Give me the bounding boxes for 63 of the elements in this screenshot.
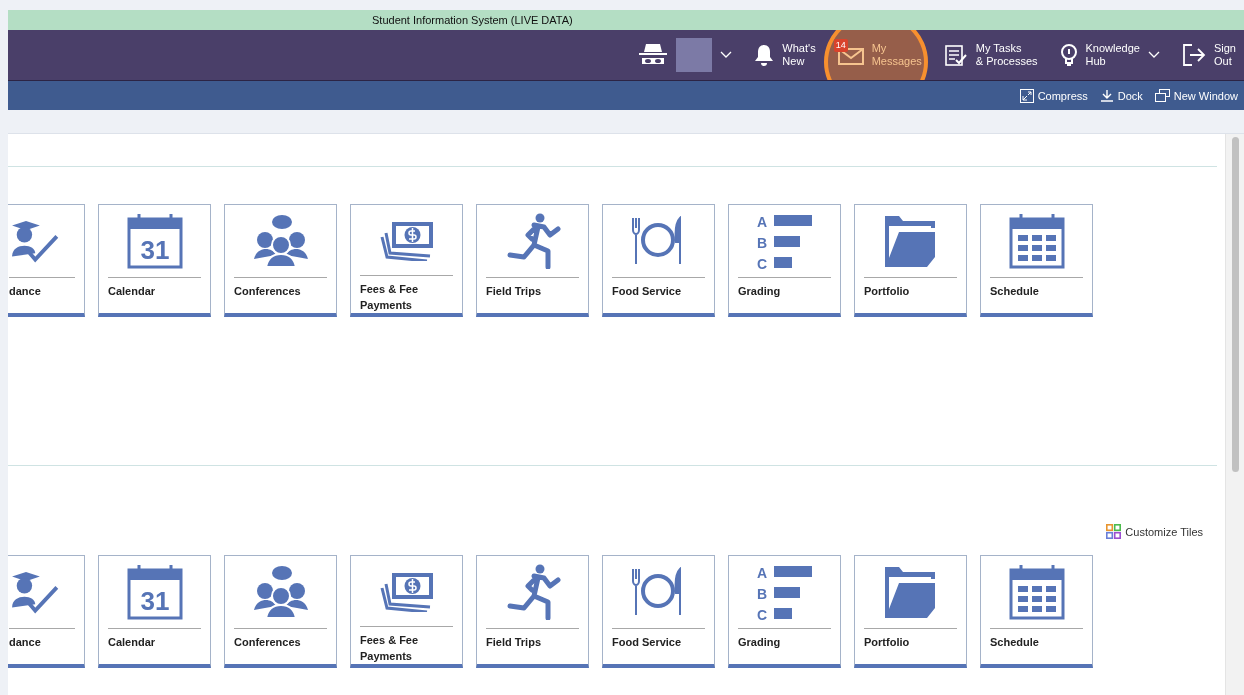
tile-label: Schedule	[990, 635, 1040, 650]
tile-label: Grading	[738, 635, 782, 650]
app-tile[interactable]: Schedule	[980, 555, 1093, 668]
calendar-grid-icon	[1008, 564, 1065, 620]
tiles-grid-icon	[1106, 524, 1122, 539]
money-stack-icon	[378, 570, 435, 612]
chevron-down-icon[interactable]	[1147, 51, 1160, 59]
scrollbar[interactable]	[1225, 134, 1244, 695]
tile-label: Fees & Fee Payments	[360, 282, 420, 313]
app-tile[interactable]: Food Service	[602, 555, 715, 668]
app-tile[interactable]: Field Trips	[476, 204, 589, 317]
chevron-down-icon[interactable]	[720, 51, 733, 59]
tile-label: Schedule	[990, 284, 1040, 299]
tile-label: Calendar	[108, 284, 157, 299]
tile-label: Food Service	[612, 284, 683, 299]
app-tile[interactable]: Food Service	[602, 204, 715, 317]
app-tile[interactable]: Portfolio	[854, 204, 967, 317]
customize-tiles-button[interactable]: Customize Tiles	[1106, 524, 1203, 539]
money-stack-icon	[378, 219, 435, 261]
tile-label: dance	[9, 284, 42, 299]
app-tile[interactable]: Fees & Fee Payments	[350, 555, 463, 668]
count-badge: 14	[833, 39, 848, 52]
new-window-icon	[1154, 89, 1170, 102]
app-tile[interactable]: Schedule	[980, 204, 1093, 317]
tile-label: Conferences	[234, 635, 302, 650]
tile-label: Field Trips	[486, 284, 542, 299]
nav-link[interactable]: What's New	[748, 30, 822, 80]
tile-label: Food Service	[612, 635, 683, 650]
tile-label: Conferences	[234, 284, 302, 299]
system-title: Student Information System (LIVE DATA)	[372, 14, 573, 26]
download-icon	[1099, 88, 1114, 103]
checklist-icon	[943, 43, 968, 67]
nav-link[interactable]: Sign Out	[1175, 30, 1242, 80]
app-tile[interactable]: dance	[8, 204, 85, 317]
app-tile[interactable]: Field Trips	[476, 555, 589, 668]
app-tile[interactable]: Conferences	[224, 204, 337, 317]
tile-label: Fees & Fee Payments	[360, 633, 420, 664]
sign-out-icon	[1181, 43, 1206, 67]
calendar-grid-icon	[1008, 213, 1065, 269]
toolbar-button[interactable]: Dock	[1099, 88, 1143, 103]
nav-link[interactable]: My Tasks & Processes	[937, 30, 1044, 80]
app-tile[interactable]: A B C Grading	[728, 555, 841, 668]
people-group-icon	[253, 564, 308, 620]
toolbar-button[interactable]: Compress	[1019, 88, 1088, 103]
app-tile[interactable]: 31 Calendar	[98, 555, 211, 668]
bell-icon	[754, 43, 775, 67]
app-tile[interactable]: A B C Grading	[728, 204, 841, 317]
app-tile[interactable]: Portfolio	[854, 555, 967, 668]
app-tile[interactable]: dance	[8, 555, 85, 668]
tile-label: dance	[9, 635, 42, 650]
tile-label: Field Trips	[486, 635, 542, 650]
tile-label: Portfolio	[864, 284, 911, 299]
app-tile[interactable]: Fees & Fee Payments	[350, 204, 463, 317]
people-group-icon	[253, 213, 308, 269]
nav-link[interactable]: Knowledge Hub	[1053, 30, 1166, 80]
lightbulb-icon	[1059, 43, 1078, 67]
tile-label: Portfolio	[864, 635, 911, 650]
tile-label: Grading	[738, 284, 782, 299]
app-tile[interactable]: 31 Calendar	[98, 204, 211, 317]
compress-icon	[1019, 88, 1034, 103]
app-tile[interactable]: Conferences	[224, 555, 337, 668]
toolbar-button[interactable]: New Window	[1154, 89, 1238, 102]
tile-label: Calendar	[108, 635, 157, 650]
